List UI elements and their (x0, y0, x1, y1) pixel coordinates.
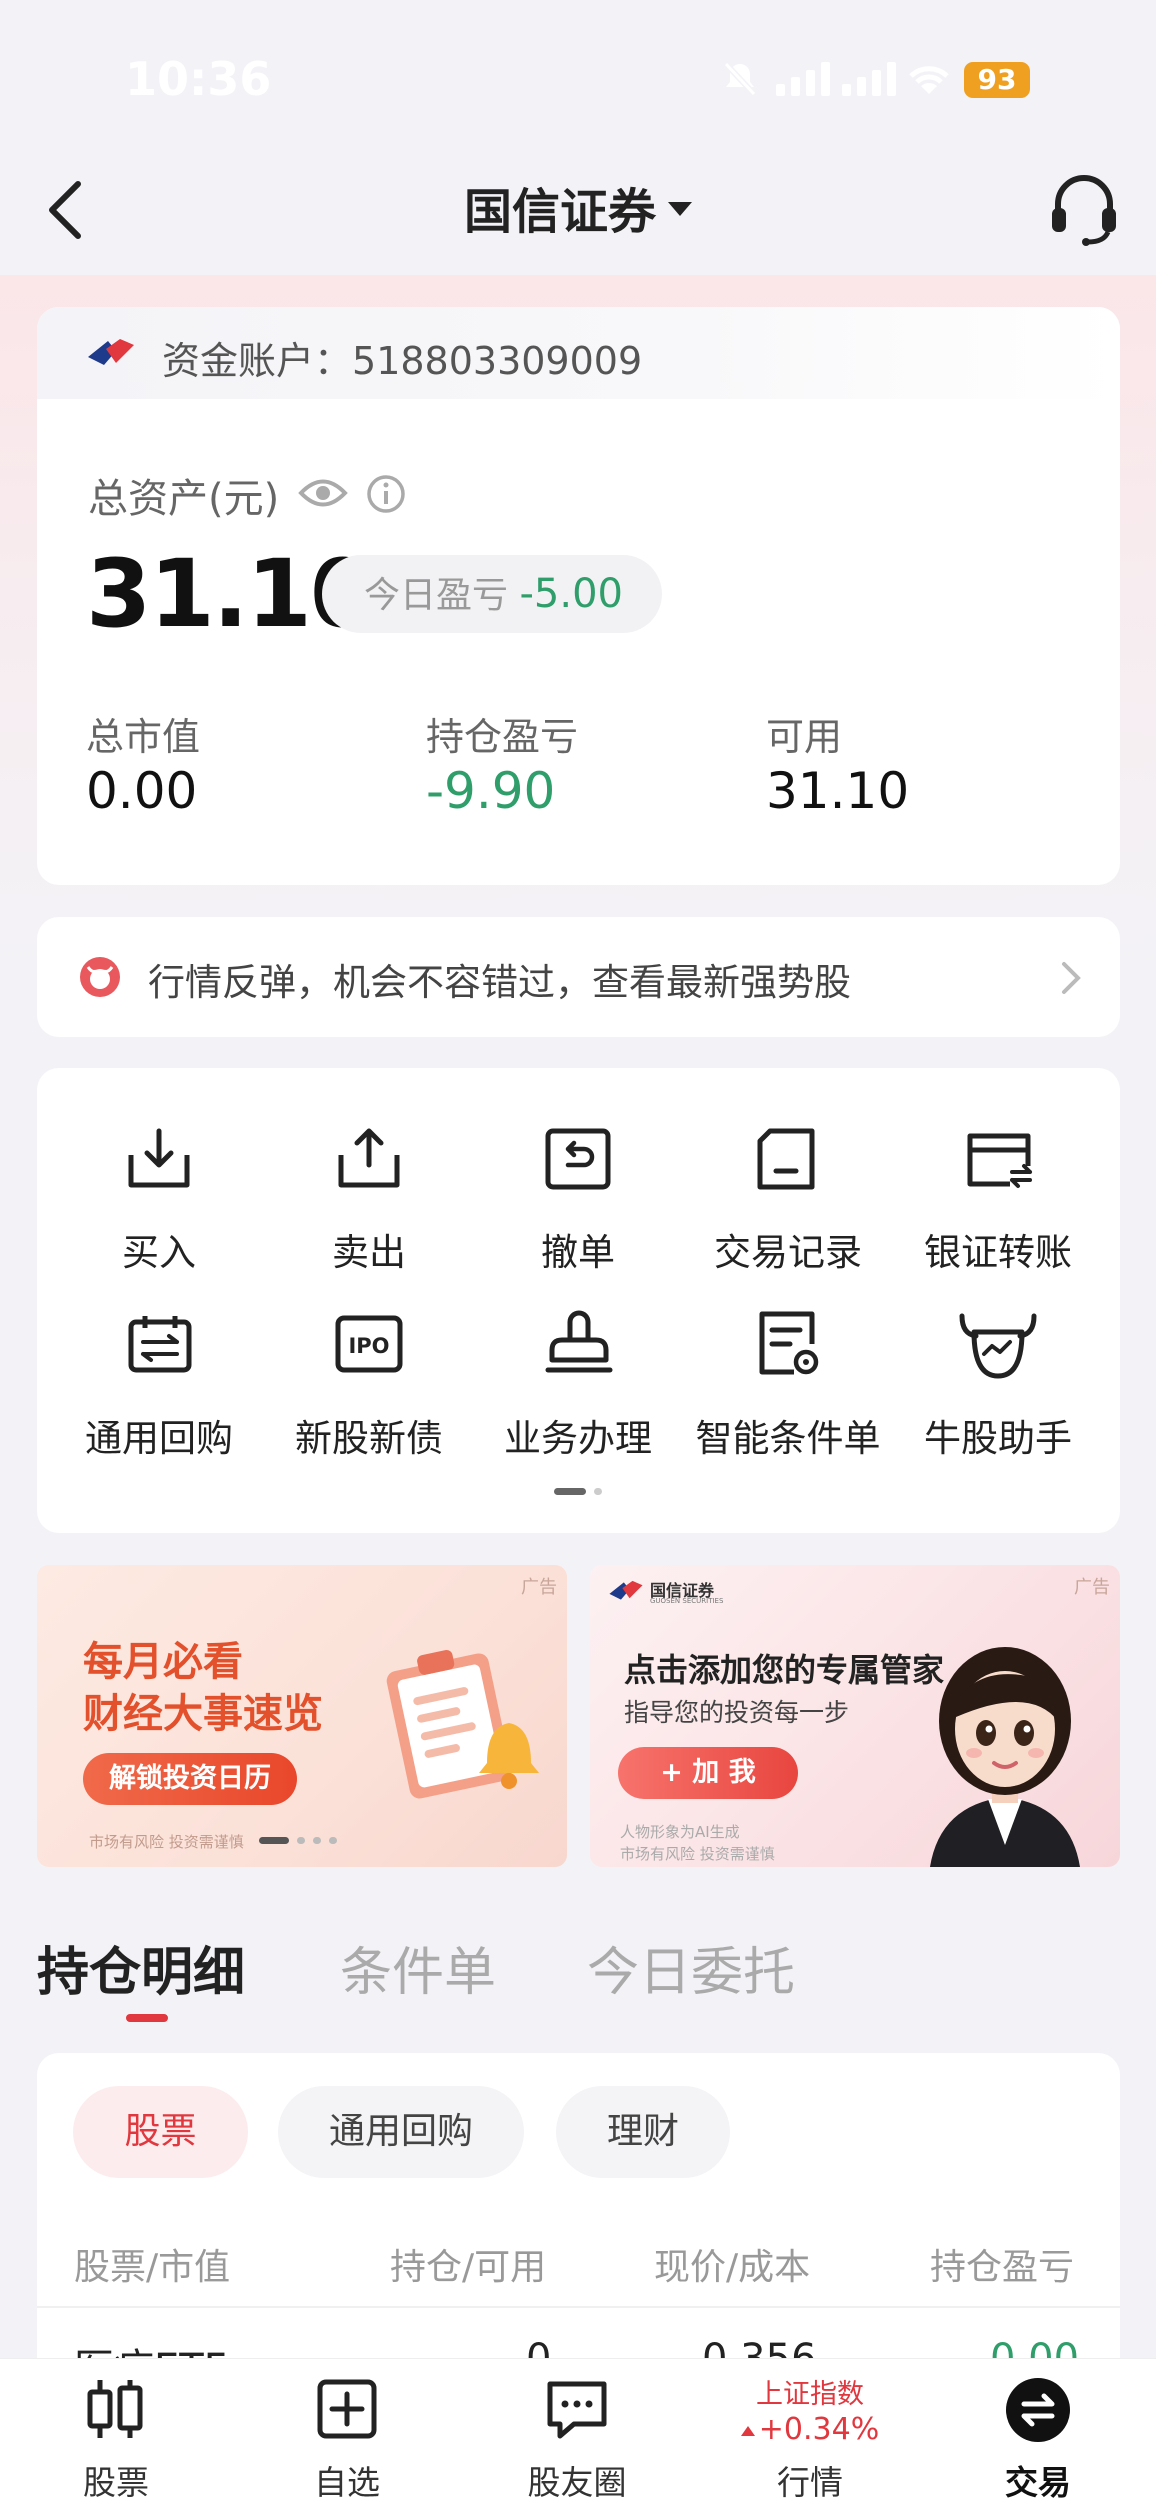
page-title[interactable]: 国信证券 (0, 172, 1156, 242)
bottom-nav-community[interactable]: 股友圈 (492, 2456, 662, 2504)
stat-label-position-pnl: 持仓盈亏 (426, 715, 579, 759)
banner-dot (297, 1837, 305, 1844)
chevron-right-icon (1060, 960, 1082, 996)
tab-active-indicator (126, 2014, 168, 2022)
today-pnl-label: 今日盈亏 (364, 575, 509, 616)
bull-badge-icon (78, 955, 122, 999)
stat-label-available: 可用 (766, 715, 843, 759)
col-header-stock: 股票/市值 (74, 2247, 231, 2288)
stat-value-available: 31.10 (766, 762, 910, 820)
col-header-pnl: 持仓盈亏 (930, 2247, 1075, 2288)
bank-transfer-icon[interactable] (964, 1130, 1034, 1190)
bottom-nav-stocks[interactable]: 股票 (31, 2456, 201, 2504)
stocks-tab-icon[interactable] (82, 2376, 148, 2442)
buy-icon[interactable] (125, 1125, 193, 1193)
svg-text:IPO: IPO (348, 1334, 389, 1358)
chip-stocks[interactable]: 股票 (73, 2086, 248, 2178)
wifi-icon (905, 60, 953, 96)
bull-icon[interactable] (954, 1310, 1042, 1382)
divider (37, 2306, 1120, 2308)
advisor-avatar (900, 1625, 1110, 1867)
stamp-icon[interactable] (544, 1310, 614, 1376)
guosen-logo-icon (608, 1579, 644, 1603)
risk-note: 市场有风险 投资需谨慎 (620, 1845, 775, 1863)
banner-dot (313, 1837, 321, 1844)
banner-title-1: 每月必看 (83, 1639, 243, 1685)
menu-label-ipo[interactable]: 新股新债 (269, 1408, 469, 1462)
account-number-label: 资金账户：518803309009 (162, 339, 643, 383)
banner-advisor[interactable]: 广告 国信证券 GUOSEN SECURITIES 点击添加您的专属管家 指导您… (590, 1565, 1120, 1867)
bottom-nav-trade[interactable]: 交易 (953, 2456, 1123, 2504)
arrow-up-icon (740, 2425, 755, 2436)
chip-wealth[interactable]: 理财 (556, 2086, 730, 2178)
eye-icon[interactable] (298, 474, 348, 512)
menu-label-sell[interactable]: 卖出 (269, 1222, 469, 1276)
trade-record-icon[interactable] (754, 1127, 818, 1191)
stat-label-market-value: 总市值 (86, 715, 201, 759)
brand-name-en: GUOSEN SECURITIES (650, 1597, 724, 1605)
banner-calendar[interactable]: 广告 每月必看 财经大事速览 解锁投资日历 市场有风险 投资需谨慎 (37, 1565, 567, 1867)
bottom-nav-market[interactable]: 行情 (725, 2456, 895, 2504)
menu-label-smart-order[interactable]: 智能条件单 (678, 1408, 898, 1462)
index-name: 上证指数 (756, 2379, 864, 2410)
notice-text: 行情反弹，机会不容错过，查看最新强势股 (148, 961, 851, 1004)
stat-value-position-pnl: -9.90 (426, 762, 556, 820)
signal-icon (776, 62, 832, 96)
tab-today-orders[interactable]: 今日委托 (587, 1930, 795, 2005)
banner-dot-active (259, 1837, 289, 1844)
col-header-holding: 持仓/可用 (390, 2247, 547, 2288)
info-icon[interactable] (366, 474, 406, 514)
ipo-icon[interactable]: IPO (334, 1314, 404, 1374)
ai-note: 人物形象为AI生成 (620, 1823, 740, 1841)
stat-value-market-value: 0.00 (86, 762, 198, 820)
smart-order-icon[interactable] (756, 1310, 822, 1378)
today-pnl-pill: 今日盈亏 -5.00 (322, 555, 662, 633)
community-tab-icon[interactable] (544, 2378, 610, 2442)
today-pnl-value: -5.00 (519, 571, 623, 617)
menu-label-bull-helper[interactable]: 牛股助手 (898, 1408, 1098, 1462)
index-change: +0.34% (720, 2412, 900, 2447)
add-advisor-button[interactable]: + 加 我 (618, 1747, 798, 1799)
account-number: 518803309009 (352, 339, 643, 383)
menu-label-trade-record[interactable]: 交易记录 (688, 1222, 888, 1276)
banner-title-2: 财经大事速览 (83, 1691, 323, 1737)
menu-label-business[interactable]: 业务办理 (478, 1408, 678, 1462)
banner-disclaimer: 市场有风险 投资需谨慎 (89, 1833, 244, 1851)
advisor-subtitle: 指导您的投资每一步 (624, 1698, 850, 1727)
guosen-logo-icon (86, 337, 136, 369)
battery-indicator: 93 (964, 62, 1030, 98)
tab-positions[interactable]: 持仓明细 (37, 1930, 245, 2005)
page-indicator-active (554, 1488, 586, 1495)
watchlist-tab-icon[interactable] (316, 2378, 378, 2440)
ad-tag: 广告 (521, 1577, 557, 1598)
menu-label-repo[interactable]: 通用回购 (59, 1408, 259, 1462)
clipboard-bell-icon (379, 1635, 549, 1805)
customer-service-icon[interactable] (1048, 172, 1120, 248)
signal-icon-2 (842, 62, 898, 96)
sell-icon[interactable] (335, 1125, 403, 1193)
status-time: 10:36 (125, 52, 272, 106)
unlock-calendar-button[interactable]: 解锁投资日历 (83, 1753, 297, 1805)
tab-conditional-orders[interactable]: 条件单 (340, 1930, 496, 2005)
col-header-price: 现价/成本 (654, 2247, 811, 2288)
cancel-order-icon[interactable] (544, 1127, 612, 1191)
total-assets-label: 总资产(元) (88, 476, 280, 522)
trade-tab-icon[interactable] (1006, 2378, 1070, 2442)
mute-icon (720, 58, 760, 98)
menu-label-bank-transfer[interactable]: 银证转账 (898, 1222, 1098, 1276)
caret-down-icon (668, 202, 692, 216)
advisor-title: 点击添加您的专属管家 (624, 1651, 945, 1689)
ad-tag: 广告 (1074, 1577, 1110, 1598)
banner-dot (329, 1837, 337, 1844)
bottom-nav-watchlist[interactable]: 自选 (262, 2456, 432, 2504)
menu-label-cancel[interactable]: 撤单 (478, 1222, 678, 1276)
menu-label-buy[interactable]: 买入 (59, 1222, 259, 1276)
repo-icon[interactable] (125, 1312, 195, 1376)
chip-repo[interactable]: 通用回购 (278, 2086, 524, 2178)
page-indicator (594, 1488, 602, 1495)
